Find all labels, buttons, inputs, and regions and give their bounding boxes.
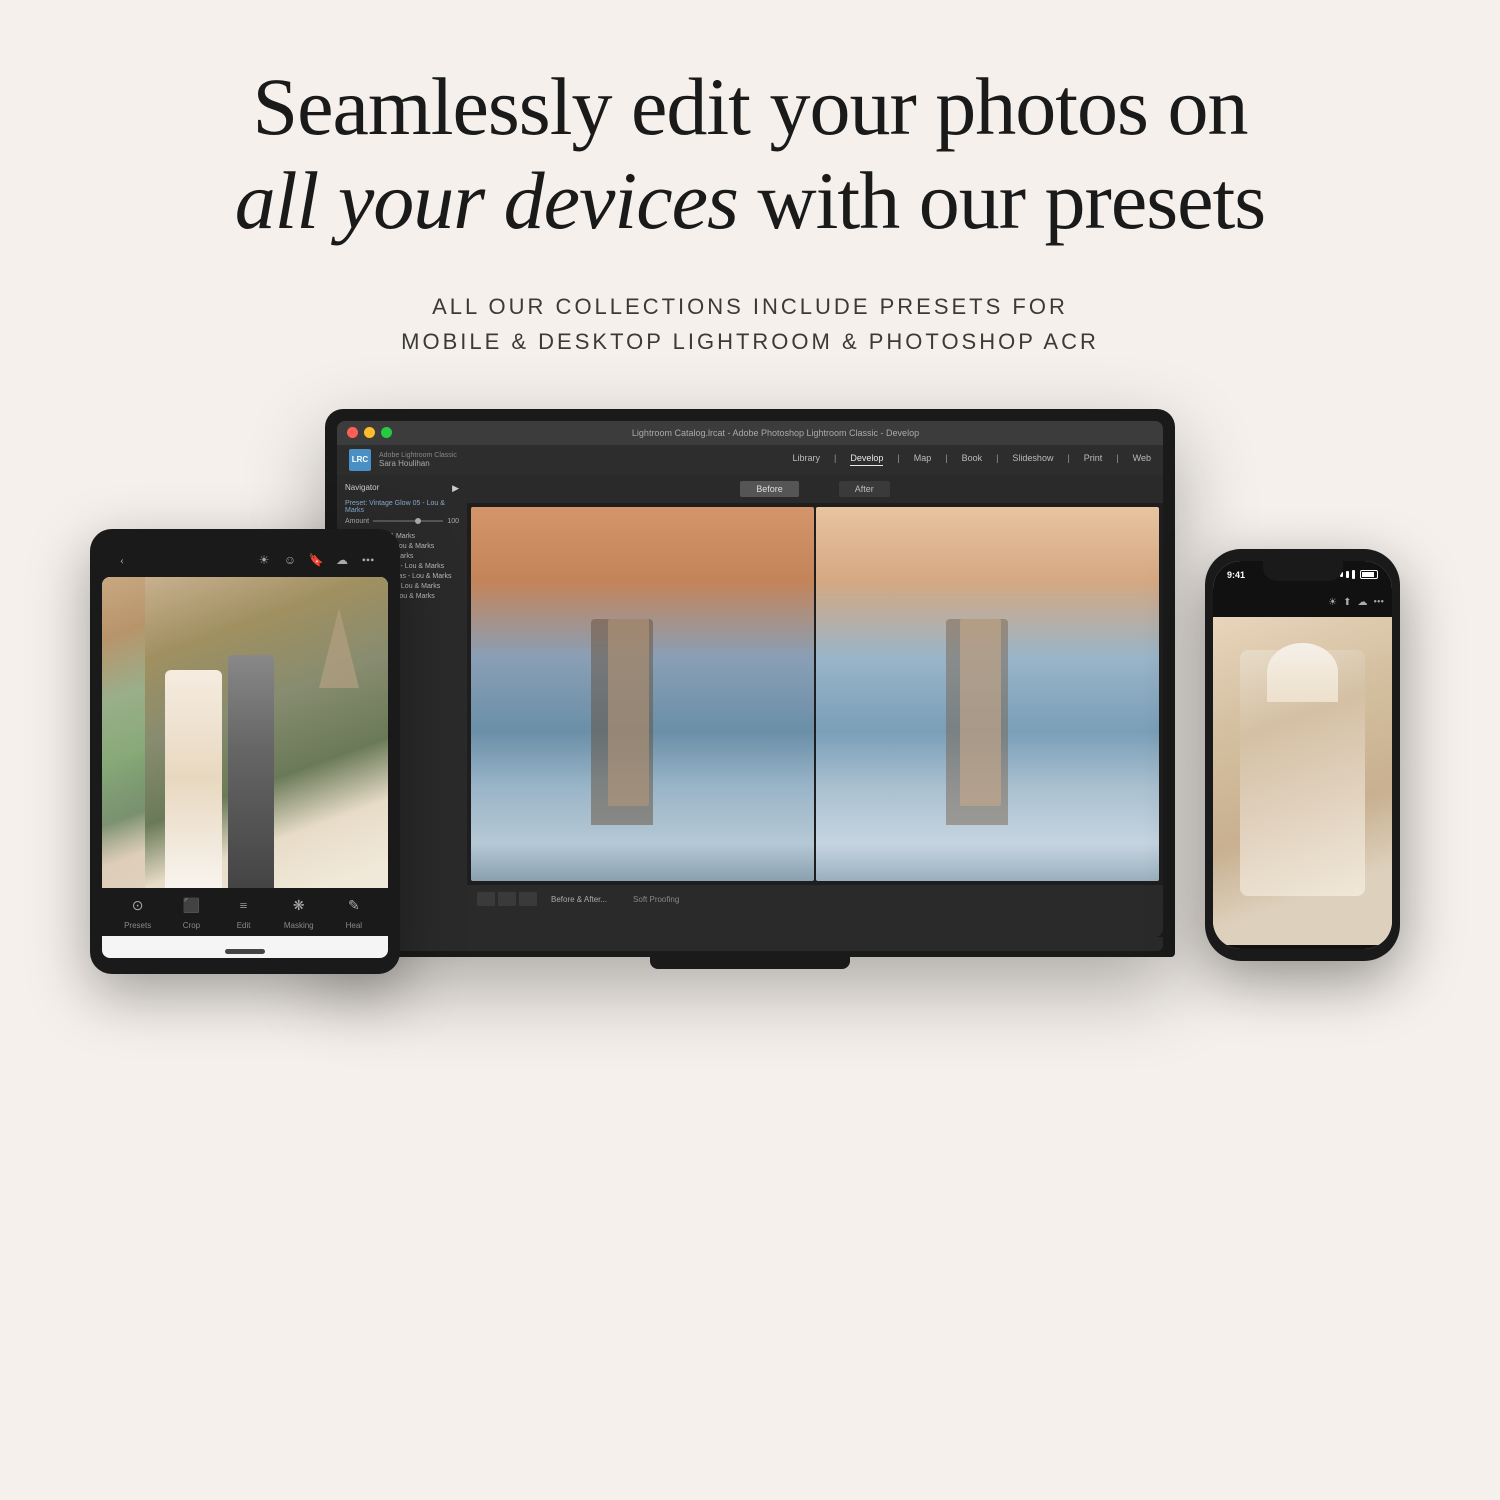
- amount-slider[interactable]: [373, 520, 443, 522]
- iphone-notch: [1263, 561, 1343, 581]
- iphone-toolbar: ⊙ Presets ⬛ Crop ≡ Edit ❋ Masking: [1213, 945, 1392, 949]
- laptop-content: Navigator ▶ Preset: Vintage Glow 05 - Lo…: [337, 475, 1163, 913]
- laptop-screen: Lightroom Catalog.lrcat - Adobe Photosho…: [337, 421, 1163, 937]
- iphone-share-icon[interactable]: ⬆: [1343, 597, 1351, 608]
- iphone-time: 9:41: [1227, 570, 1245, 580]
- close-dot[interactable]: [347, 427, 358, 438]
- lr-main-photo: Before After: [467, 475, 1163, 913]
- ipad-screen: ⊙ Presets ⬛ Crop ≡ Edit ❋ Masking: [102, 577, 388, 958]
- navigator-label: Navigator ▶: [345, 483, 459, 494]
- titlebar-text: Lightroom Catalog.lrcat - Adobe Photosho…: [398, 428, 1153, 438]
- bookmark-icon[interactable]: 🔖: [306, 551, 326, 571]
- lr-bottom-bar: Before & After... Soft Proofing: [467, 885, 1163, 913]
- laptop-topbar: LRC Adobe Lightroom Classic Sara Houliha…: [337, 445, 1163, 475]
- compare-icon[interactable]: [519, 892, 537, 906]
- face-icon[interactable]: ☺: [280, 551, 300, 571]
- before-button[interactable]: Before: [740, 481, 799, 497]
- ipad-outer: ‹ ☀ ☺ 🔖 ☁ •••: [90, 529, 400, 974]
- laptop-outer: Lightroom Catalog.lrcat - Adobe Photosho…: [325, 409, 1175, 957]
- title-line1: Seamlessly edit your photos on: [253, 61, 1248, 152]
- edit-label: Edit: [237, 921, 251, 930]
- subtitle: ALL OUR COLLECTIONS INCLUDE PRESETS FOR …: [235, 289, 1265, 359]
- ipad-toolbar: ⊙ Presets ⬛ Crop ≡ Edit ❋ Masking: [102, 888, 388, 936]
- minimize-dot[interactable]: [364, 427, 375, 438]
- amount-control: Amount 100: [345, 518, 459, 525]
- more-icon[interactable]: •••: [358, 551, 378, 571]
- after-photo: [816, 507, 1159, 881]
- masking-tool[interactable]: ❋ Masking: [284, 895, 314, 930]
- presets-icon: ⊙: [126, 895, 150, 919]
- masking-label: Masking: [284, 921, 314, 930]
- lr-logo: LRC: [349, 449, 371, 471]
- nav-map[interactable]: Map: [914, 453, 932, 466]
- iphone-top-icons: ☀ ⬆ ☁ •••: [1213, 589, 1392, 617]
- ipad-photo: [102, 577, 388, 888]
- presets-label: Presets: [124, 921, 151, 930]
- photos-row: [467, 503, 1163, 885]
- main-title: Seamlessly edit your photos on all your …: [235, 60, 1265, 249]
- grid-icon[interactable]: [477, 892, 495, 906]
- ipad-home-bar: [225, 949, 265, 954]
- loupe-icon[interactable]: [498, 892, 516, 906]
- presets-tool[interactable]: ⊙ Presets: [124, 895, 151, 930]
- lr-nav: Library | Develop | Map | Book | Slidesh…: [792, 453, 1151, 466]
- after-photo-image: [816, 507, 1159, 881]
- signal-bar3: [1352, 570, 1355, 579]
- subtitle-line2: MOBILE & DESKTOP LIGHTROOM & PHOTOSHOP A…: [401, 329, 1099, 354]
- ipad-top-bar: ‹ ☀ ☺ 🔖 ☁ •••: [102, 545, 388, 577]
- nav-develop[interactable]: Develop: [850, 453, 883, 466]
- bottom-icons: [477, 892, 537, 906]
- before-photo: [471, 507, 814, 881]
- laptop: Lightroom Catalog.lrcat - Adobe Photosho…: [325, 409, 1175, 969]
- iphone-sun-icon[interactable]: ☀: [1328, 597, 1337, 608]
- iphone: 9:41 ☀ ⬆ ☁ •••: [1205, 549, 1400, 961]
- iphone-indicators: [1340, 570, 1378, 579]
- masking-icon: ❋: [287, 895, 311, 919]
- laptop-titlebar: Lightroom Catalog.lrcat - Adobe Photosho…: [337, 421, 1163, 445]
- cloud-icon[interactable]: ☁: [332, 551, 352, 571]
- heal-label: Heal: [346, 921, 362, 930]
- before-photo-image: [471, 507, 814, 881]
- heal-tool[interactable]: ✎ Heal: [342, 895, 366, 930]
- iphone-outer: 9:41 ☀ ⬆ ☁ •••: [1205, 549, 1400, 961]
- lr-user: Adobe Lightroom Classic Sara Houlihan: [379, 452, 457, 468]
- iphone-more-icon[interactable]: •••: [1373, 597, 1384, 608]
- nav-print[interactable]: Print: [1084, 453, 1103, 466]
- before-after-toggle: Before After: [467, 475, 1163, 503]
- after-button[interactable]: After: [839, 481, 890, 497]
- nav-slideshow[interactable]: Slideshow: [1012, 453, 1053, 466]
- edit-icon: ≡: [232, 895, 256, 919]
- laptop-base: [337, 937, 1163, 951]
- iphone-photo: [1213, 617, 1392, 945]
- maximize-dot[interactable]: [381, 427, 392, 438]
- devices-container: Lightroom Catalog.lrcat - Adobe Photosho…: [50, 409, 1450, 1309]
- back-icon[interactable]: ‹: [112, 551, 132, 571]
- sun-icon[interactable]: ☀: [254, 551, 274, 571]
- nav-library[interactable]: Library: [792, 453, 820, 466]
- signal-bar2: [1346, 571, 1349, 578]
- edit-tool[interactable]: ≡ Edit: [232, 895, 256, 930]
- iphone-cloud-icon[interactable]: ☁: [1357, 597, 1367, 608]
- subtitle-line1: ALL OUR COLLECTIONS INCLUDE PRESETS FOR: [432, 294, 1068, 319]
- iphone-screen: 9:41 ☀ ⬆ ☁ •••: [1213, 561, 1392, 949]
- crop-tool[interactable]: ⬛ Crop: [179, 895, 203, 930]
- title-normal: with our presets: [738, 155, 1265, 246]
- ipad: ‹ ☀ ☺ 🔖 ☁ •••: [90, 529, 400, 974]
- preset-name: Preset: Vintage Glow 05 - Lou & Marks: [345, 500, 459, 514]
- crop-icon: ⬛: [179, 895, 203, 919]
- heal-icon: ✎: [342, 895, 366, 919]
- crop-label: Crop: [183, 921, 200, 930]
- battery-icon: [1360, 570, 1378, 579]
- nav-book[interactable]: Book: [962, 453, 983, 466]
- header-section: Seamlessly edit your photos on all your …: [235, 0, 1265, 379]
- nav-web[interactable]: Web: [1133, 453, 1151, 466]
- laptop-stand: [650, 957, 850, 969]
- title-italic: all your devices: [235, 155, 738, 246]
- hat-shape: [1267, 643, 1339, 702]
